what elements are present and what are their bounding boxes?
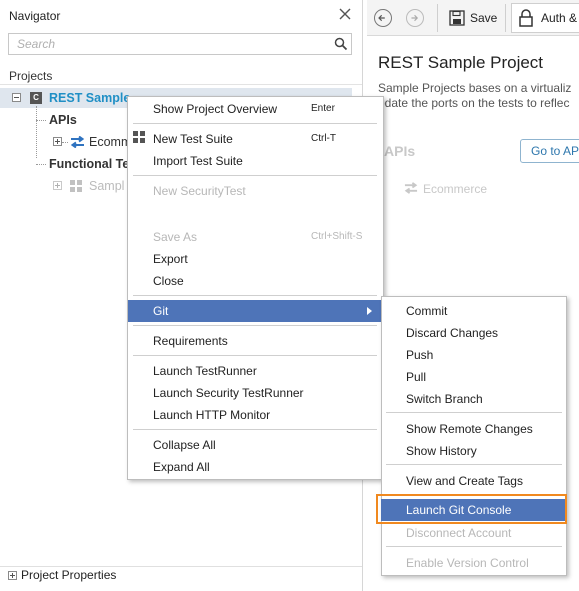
- menu-item-close[interactable]: Close: [153, 270, 184, 292]
- menu-item-launch-security-testrunner[interactable]: Launch Security TestRunner: [153, 382, 304, 404]
- project-description: Sample Projects bases on a virtualiz: [378, 81, 572, 95]
- menu-separator: [386, 546, 562, 547]
- menu-separator: [133, 295, 377, 296]
- menu-separator: [386, 412, 562, 413]
- menu-item-enable-version-control: Enable Version Control: [406, 556, 529, 570]
- menu-item-export[interactable]: Export: [153, 248, 188, 270]
- navigator-title: Navigator: [9, 9, 61, 23]
- expand-toggle-icon[interactable]: [8, 571, 17, 580]
- close-icon[interactable]: [336, 5, 354, 23]
- menu-separator: [133, 429, 377, 430]
- shortcut-label: Enter: [311, 103, 335, 114]
- shortcut-label: Ctrl-T: [311, 133, 336, 144]
- menu-item-push[interactable]: Push: [406, 344, 433, 366]
- search-box: [8, 33, 352, 55]
- forward-arrow-icon[interactable]: [406, 9, 424, 27]
- menu-item-git-label[interactable]: Git: [153, 300, 168, 322]
- tree-node-functional-tests[interactable]: Functional Te: [49, 154, 129, 174]
- menu-item-import-test-suite[interactable]: Import Test Suite: [153, 150, 243, 172]
- test-suite-icon: [133, 131, 145, 143]
- menu-separator: [133, 175, 377, 176]
- menu-item-switch-branch[interactable]: Switch Branch: [406, 388, 483, 410]
- back-arrow-icon[interactable]: [374, 9, 392, 27]
- menu-item-show-project-overview[interactable]: Show Project Overview: [153, 98, 277, 120]
- search-input[interactable]: [9, 34, 337, 54]
- tree-guide-line: [36, 106, 37, 158]
- menu-item-commit[interactable]: Commit: [406, 300, 447, 322]
- tree-node-project[interactable]: REST Sample: [49, 88, 130, 108]
- submenu-arrow-icon: [367, 307, 372, 315]
- project-icon: C: [30, 92, 42, 104]
- expand-toggle-icon[interactable]: [53, 181, 62, 190]
- collapse-toggle-icon[interactable]: [12, 93, 21, 102]
- save-button-label[interactable]: Save: [470, 11, 497, 25]
- menu-item-launch-testrunner[interactable]: Launch TestRunner: [153, 360, 257, 382]
- highlight-outline: [376, 494, 567, 524]
- tree-node-sample[interactable]: Sampl: [89, 176, 124, 196]
- menu-item-disconnect-account: Disconnect Account: [406, 526, 512, 540]
- menu-item-collapse-all[interactable]: Collapse All: [153, 434, 216, 456]
- go-to-api-label[interactable]: Go to AP: [531, 144, 579, 158]
- menu-item-show-remote-changes[interactable]: Show Remote Changes: [406, 418, 533, 440]
- expand-toggle-icon[interactable]: [53, 137, 62, 146]
- tree-node-apis[interactable]: APIs: [49, 110, 77, 130]
- shortcut-label: Ctrl+Shift-S: [311, 231, 363, 242]
- lock-icon: [519, 9, 533, 27]
- project-properties-label[interactable]: Project Properties: [21, 568, 116, 582]
- api-arrows-icon: [404, 182, 418, 194]
- menu-item-view-create-tags[interactable]: View and Create Tags: [406, 470, 523, 492]
- page-title: REST Sample Project: [378, 53, 544, 72]
- menu-separator: [133, 355, 377, 356]
- menu-item-requirements[interactable]: Requirements: [153, 330, 228, 352]
- api-link-ecommerce[interactable]: Ecommerce: [423, 182, 487, 196]
- save-icon[interactable]: [449, 10, 465, 26]
- search-icon[interactable]: [334, 37, 348, 51]
- api-arrows-icon: [70, 136, 85, 148]
- menu-item-expand-all[interactable]: Expand All: [153, 456, 210, 478]
- menu-separator: [133, 325, 377, 326]
- divider: [0, 84, 362, 85]
- projects-label: Projects: [9, 69, 53, 83]
- menu-item-new-test-suite[interactable]: New Test Suite: [153, 128, 233, 150]
- menu-separator: [133, 123, 377, 124]
- toolbar-separator: [505, 4, 506, 32]
- tree-guide-line: [36, 164, 46, 165]
- menu-item-show-history[interactable]: Show History: [406, 440, 477, 462]
- auth-button-label[interactable]: Auth &: [541, 11, 577, 25]
- menu-item-save-as: Save As: [153, 230, 198, 244]
- menu-item-pull[interactable]: Pull: [406, 366, 426, 388]
- menu-item-launch-http-monitor[interactable]: Launch HTTP Monitor: [153, 404, 270, 426]
- tree-guide-line: [62, 142, 68, 143]
- menu-item-new-security-test: New SecurityTest: [153, 184, 246, 198]
- navigator-header: Navigator: [0, 0, 362, 30]
- menu-separator: [386, 464, 562, 465]
- project-description: pdate the ports on the tests to reflec: [378, 96, 570, 110]
- tree-guide-line: [36, 120, 46, 121]
- apis-heading: APIs: [384, 143, 416, 159]
- tree-node-ecommerce[interactable]: Ecomm: [89, 132, 131, 152]
- toolbar-separator: [437, 4, 438, 32]
- test-suite-icon: [70, 180, 82, 192]
- menu-item-discard-changes[interactable]: Discard Changes: [406, 322, 498, 344]
